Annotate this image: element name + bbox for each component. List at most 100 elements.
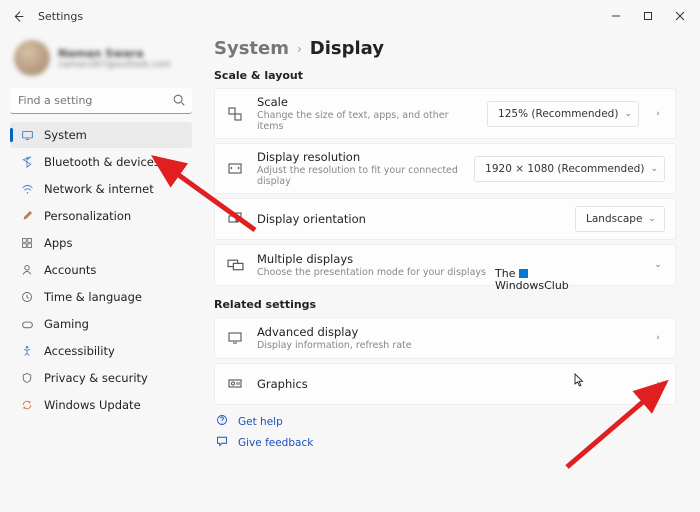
person-icon xyxy=(20,264,34,276)
nav-list: System Bluetooth & devices Network & int… xyxy=(10,122,192,418)
apps-icon xyxy=(20,237,34,249)
dropdown-value: 1920 × 1080 (Recommended) xyxy=(485,163,644,175)
sidebar-item-time[interactable]: Time & language xyxy=(10,284,192,310)
maximize-icon xyxy=(643,11,653,21)
get-help-link[interactable]: Get help xyxy=(214,411,676,432)
help-icon xyxy=(216,414,230,429)
card-resolution[interactable]: Display resolution Adjust the resolution… xyxy=(214,143,676,194)
orientation-dropdown[interactable]: Landscape ⌄ xyxy=(575,206,665,232)
close-icon xyxy=(675,11,685,21)
sidebar-item-label: Privacy & security xyxy=(44,371,148,385)
arrow-left-icon xyxy=(12,10,25,23)
titlebar: Settings xyxy=(0,0,700,32)
card-title: Multiple displays xyxy=(257,252,639,266)
card-graphics[interactable]: Graphics › xyxy=(214,363,676,405)
chevron-down-icon: ⌄ xyxy=(624,109,632,119)
maximize-button[interactable] xyxy=(632,2,664,30)
system-icon xyxy=(20,129,34,142)
sidebar-item-label: Windows Update xyxy=(44,398,141,412)
card-title: Display orientation xyxy=(257,212,563,226)
card-subtitle: Choose the presentation mode for your di… xyxy=(257,267,639,278)
minimize-button[interactable] xyxy=(600,2,632,30)
search-input[interactable] xyxy=(10,88,192,114)
card-subtitle: Display information, refresh rate xyxy=(257,340,639,351)
sidebar-item-label: Personalization xyxy=(44,209,131,223)
profile-block[interactable]: Naman Swara naman267@outlook.com xyxy=(10,36,192,86)
scale-icon xyxy=(225,106,245,122)
link-label: Get help xyxy=(238,416,283,428)
multiple-displays-icon xyxy=(225,257,245,274)
sidebar-item-label: Apps xyxy=(44,236,72,250)
resolution-icon xyxy=(225,161,245,177)
sidebar-item-system[interactable]: System xyxy=(10,122,192,148)
sidebar-item-label: System xyxy=(44,128,87,142)
brush-icon xyxy=(20,210,34,222)
update-icon xyxy=(20,399,34,411)
graphics-icon xyxy=(225,376,245,392)
give-feedback-link[interactable]: Give feedback xyxy=(214,432,676,453)
chevron-right-icon[interactable]: › xyxy=(651,109,665,119)
avatar xyxy=(14,40,50,76)
dropdown-value: 125% (Recommended) xyxy=(498,108,618,120)
sidebar-item-label: Accounts xyxy=(44,263,96,277)
card-advanced-display[interactable]: Advanced display Display information, re… xyxy=(214,317,676,359)
sidebar-item-network[interactable]: Network & internet xyxy=(10,176,192,202)
feedback-icon xyxy=(216,435,230,450)
dropdown-value: Landscape xyxy=(586,213,642,225)
scale-dropdown[interactable]: 125% (Recommended) ⌄ xyxy=(487,101,639,127)
sidebar-item-accessibility[interactable]: Accessibility xyxy=(10,338,192,364)
sidebar-item-personalization[interactable]: Personalization xyxy=(10,203,192,229)
card-multiple-displays[interactable]: Multiple displays Choose the presentatio… xyxy=(214,244,676,286)
link-label: Give feedback xyxy=(238,437,313,449)
sidebar-item-apps[interactable]: Apps xyxy=(10,230,192,256)
minimize-icon xyxy=(611,11,621,21)
profile-name: Naman Swara xyxy=(58,47,171,60)
footer-links: Get help Give feedback xyxy=(214,411,676,453)
profile-email: naman267@outlook.com xyxy=(58,60,171,70)
card-scale[interactable]: Scale Change the size of text, apps, and… xyxy=(214,88,676,139)
chevron-down-icon: ⌄ xyxy=(648,214,656,224)
monitor-icon xyxy=(225,330,245,346)
orientation-icon xyxy=(225,211,245,227)
clock-icon xyxy=(20,291,34,303)
breadcrumb: System › Display xyxy=(214,32,676,61)
sidebar-item-label: Time & language xyxy=(44,290,142,304)
wifi-icon xyxy=(20,183,34,196)
sidebar-item-label: Network & internet xyxy=(44,182,154,196)
chevron-right-icon[interactable]: › xyxy=(651,333,665,343)
sidebar-item-label: Bluetooth & devices xyxy=(44,155,160,169)
accessibility-icon xyxy=(20,345,34,357)
section-scale-layout: Scale & layout xyxy=(214,69,676,82)
sidebar-item-update[interactable]: Windows Update xyxy=(10,392,192,418)
close-button[interactable] xyxy=(664,2,696,30)
card-orientation[interactable]: Display orientation Landscape ⌄ xyxy=(214,198,676,240)
card-title: Graphics xyxy=(257,377,639,391)
sidebar-item-accounts[interactable]: Accounts xyxy=(10,257,192,283)
card-subtitle: Adjust the resolution to fit your connec… xyxy=(257,165,462,187)
content-area: System › Display Scale & layout Scale Ch… xyxy=(200,32,700,512)
resolution-dropdown[interactable]: 1920 × 1080 (Recommended) ⌄ xyxy=(474,156,665,182)
chevron-right-icon[interactable]: › xyxy=(651,379,665,389)
breadcrumb-parent[interactable]: System xyxy=(214,38,289,59)
bluetooth-icon xyxy=(20,156,34,168)
card-title: Scale xyxy=(257,95,475,109)
search-box xyxy=(10,88,192,114)
sidebar-item-bluetooth[interactable]: Bluetooth & devices xyxy=(10,149,192,175)
card-title: Display resolution xyxy=(257,150,462,164)
sidebar-item-privacy[interactable]: Privacy & security xyxy=(10,365,192,391)
section-related: Related settings xyxy=(214,298,676,311)
chevron-down-icon: ⌄ xyxy=(650,164,658,174)
sidebar-item-label: Gaming xyxy=(44,317,89,331)
back-button[interactable] xyxy=(4,2,32,30)
shield-icon xyxy=(20,372,34,384)
chevron-right-icon: › xyxy=(297,42,302,56)
chevron-down-icon[interactable]: ⌄ xyxy=(651,260,665,270)
card-subtitle: Change the size of text, apps, and other… xyxy=(257,110,475,132)
sidebar-item-gaming[interactable]: Gaming xyxy=(10,311,192,337)
sidebar: Naman Swara naman267@outlook.com System … xyxy=(0,32,200,512)
window-title: Settings xyxy=(38,10,83,23)
breadcrumb-current: Display xyxy=(310,38,384,59)
card-title: Advanced display xyxy=(257,325,639,339)
sidebar-item-label: Accessibility xyxy=(44,344,115,358)
gaming-icon xyxy=(20,318,34,331)
